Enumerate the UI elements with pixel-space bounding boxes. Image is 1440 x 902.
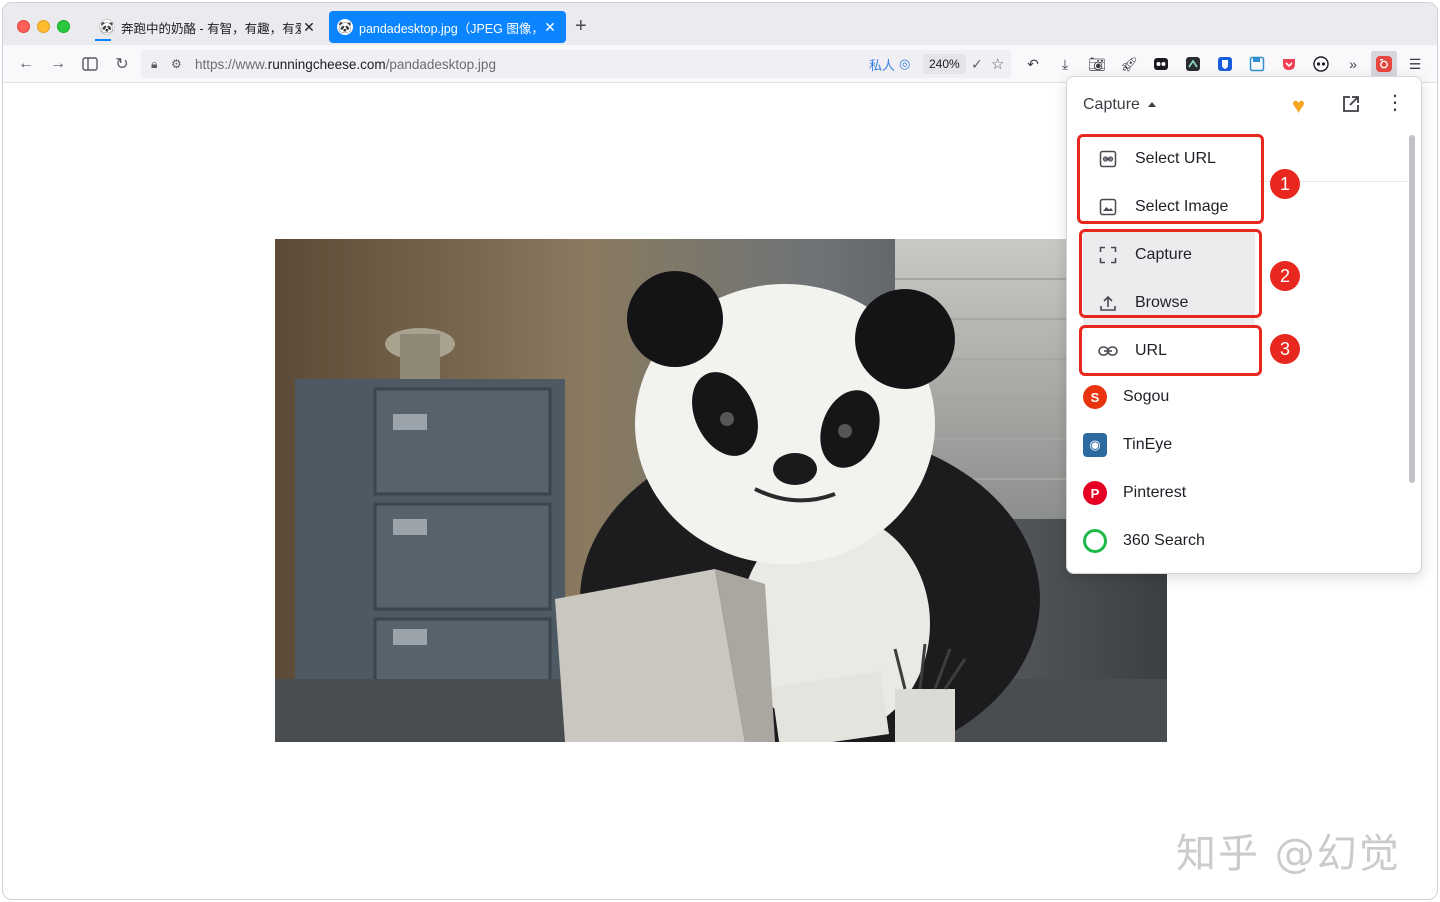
tineye-logo-icon: ◉ [1083, 433, 1107, 457]
annotation-box-1 [1077, 134, 1264, 224]
annotation-badge-2: 2 [1270, 261, 1300, 291]
annotation-box-2 [1079, 229, 1262, 318]
annotation-badge-3: 3 [1270, 334, 1300, 364]
save-icon[interactable] [1247, 54, 1267, 74]
watermark-text: 知乎 @幻觉 [1176, 831, 1401, 877]
panda-extension-icon[interactable] [1311, 54, 1331, 74]
pocket-icon[interactable] [1279, 54, 1299, 74]
url-bar[interactable]: 🔒︎ ⚙︎ https://www.runningcheese.com/pand… [141, 50, 1011, 78]
engine-tineye[interactable]: ◉ TinEye [1083, 421, 1283, 469]
search-by-image-extension-icon[interactable] [1371, 51, 1397, 77]
permissions-icon[interactable]: ⚙︎ [171, 57, 189, 71]
mask-icon[interactable] [1151, 54, 1171, 74]
panda-favicon-icon: 🐼 [337, 19, 353, 35]
forward-button[interactable]: → [47, 53, 69, 75]
tab-title: pandadesktop.jpg（JPEG 图像， [359, 21, 542, 36]
bitwarden-icon[interactable] [1215, 54, 1235, 74]
pinterest-logo-icon: P [1083, 481, 1107, 505]
annotation-box-3 [1079, 325, 1262, 376]
camera-icon[interactable]: 📷︎ [1087, 54, 1107, 74]
open-external-icon[interactable] [1341, 94, 1361, 114]
overflow-chevron-icon[interactable]: » [1343, 54, 1363, 74]
engine-label: Pinterest [1123, 484, 1187, 501]
tab-runningcheese[interactable]: 🐼 奔跑中的奶酪 - 有智，有趣，有爱 ✕ [91, 11, 325, 43]
caret-up-icon [1147, 101, 1156, 107]
popup-scrollbar[interactable] [1409, 135, 1415, 483]
private-label: 私人 [869, 57, 896, 73]
tab-title: 奔跑中的奶酪 - 有智，有趣，有爱 [121, 21, 301, 36]
back-button[interactable]: ← [15, 53, 37, 75]
reload-button[interactable]: ↻ [111, 53, 133, 75]
fingerprint-icon[interactable]: ◎ [899, 56, 910, 72]
zoom-window-button[interactable] [57, 20, 70, 33]
checkmark-icon[interactable]: ✓ [971, 56, 983, 73]
tab-close-icon[interactable]: ✕ [542, 19, 558, 36]
extension-dark-icon[interactable] [1183, 54, 1203, 74]
url-text[interactable]: https://www.runningcheese.com/pandadeskt… [195, 57, 496, 72]
download-icon[interactable]: ⤓ [1055, 54, 1075, 74]
engine-360-search[interactable]: 360 Search [1083, 517, 1283, 565]
annotation-badge-1: 1 [1270, 169, 1300, 199]
bookmark-star-icon[interactable]: ☆ [991, 55, 1004, 73]
engine-label: TinEye [1123, 436, 1173, 453]
engine-label: Sogou [1123, 388, 1170, 405]
minimize-window-button[interactable] [37, 20, 50, 33]
sidebar-toggle-button[interactable] [79, 53, 101, 75]
panda-photo [275, 239, 1167, 742]
tab-strip: 🐼 奔跑中的奶酪 - 有智，有趣，有爱 ✕ 🐼 pandadesktop.jpg… [3, 3, 1437, 45]
more-options-icon[interactable]: ⋮ [1385, 93, 1405, 113]
tab-close-icon[interactable]: ✕ [301, 19, 317, 36]
rocket-icon[interactable]: 🚀︎ [1119, 54, 1139, 74]
zoom-level-button[interactable]: 240% [923, 54, 966, 74]
engine-dropdown[interactable]: Capture [1083, 96, 1156, 114]
engine-sogou[interactable]: S Sogou [1083, 373, 1283, 421]
close-window-button[interactable] [17, 20, 30, 33]
sogou-logo-icon: S [1083, 385, 1107, 409]
selected-engine-label: Capture [1083, 96, 1140, 113]
new-tab-button[interactable]: + [575, 16, 587, 36]
undo-close-icon[interactable]: ↶ [1023, 54, 1043, 74]
lock-icon[interactable]: 🔒︎ [151, 57, 167, 72]
tab-loading-indicator [95, 39, 111, 41]
popup-header: Capture ♥ ⋮ [1067, 77, 1421, 133]
engine-label: 360 Search [1123, 532, 1205, 549]
tab-pandadesktop[interactable]: 🐼 pandadesktop.jpg（JPEG 图像， ✕ [329, 11, 566, 43]
heart-icon[interactable]: ♥ [1292, 93, 1305, 119]
360-search-logo-icon [1083, 529, 1107, 553]
hamburger-menu-icon[interactable]: ☰ [1405, 54, 1425, 74]
panda-favicon-icon: 🐼 [99, 19, 115, 35]
sidebar-icon [82, 57, 98, 71]
engine-pinterest[interactable]: P Pinterest [1083, 469, 1283, 517]
